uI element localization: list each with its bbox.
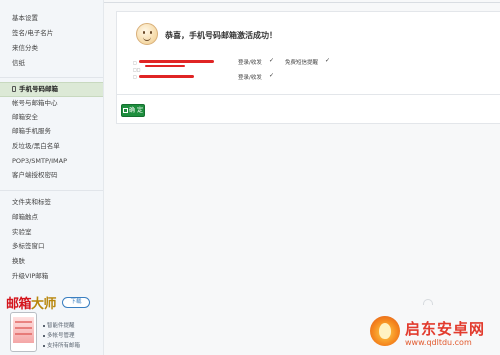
phone-screen [13, 317, 34, 343]
promo-feature-text: 多帐号管理 [47, 333, 75, 339]
login-send-receive-status: 登录/收发 [238, 60, 262, 66]
sidebar-item-signature[interactable]: 签名/电子名片 [12, 27, 53, 39]
sidebar-item-pop3-smtp-imap[interactable]: POP3/SMTP/IMAP [12, 155, 67, 167]
promo-feature: 支持所有邮箱 [43, 341, 80, 349]
redacted-phone-address [139, 75, 194, 78]
redacted-email-address [145, 65, 185, 67]
smiley-face-icon [136, 23, 158, 45]
sms-reminder-status: 免费短信提醒 [285, 60, 319, 66]
mobile-phone-icon [12, 86, 16, 92]
sidebar-item-vip-upgrade[interactable]: 升级VIP邮箱 [12, 270, 48, 282]
sidebar-item-label: 手机号码邮箱 [19, 85, 58, 93]
download-button[interactable]: 下载 [62, 297, 90, 308]
phone-app-image [10, 312, 37, 352]
sidebar-item-client-auth-code[interactable]: 客户端授权密码 [12, 169, 58, 181]
success-message: 恭喜，手机号码邮箱激活成功！ [165, 31, 277, 40]
redacted-email-address [139, 60, 214, 63]
sidebar-item-mobile-service[interactable]: 邮箱手机服务 [12, 125, 51, 137]
watermark-brand: 启东安卓网 [405, 320, 486, 338]
sidebar-divider [0, 77, 103, 78]
confirm-button-label: 确 定 [129, 107, 143, 114]
smiley-eye [150, 31, 152, 34]
promo-title-accent: 大师 [31, 297, 57, 312]
promo-title-main: 邮箱 [6, 297, 32, 312]
settings-sidebar: 基本设置 签名/电子名片 来信分类 信纸 手机号码邮箱 帐号与邮箱中心 邮箱安全… [0, 0, 104, 355]
screen-line [15, 321, 32, 323]
smiley-mouth [143, 35, 151, 41]
checkmark-icon: ✓ [269, 72, 275, 79]
screen-line [15, 333, 32, 335]
header-divider [104, 2, 500, 3]
promo-feature-text: 智能件提醒 [47, 323, 75, 329]
sidebar-item-stationery[interactable]: 信纸 [12, 57, 25, 69]
login-send-receive-status: 登录/收发 [238, 75, 262, 81]
activation-result-panel: 恭喜，手机号码邮箱激活成功！ □ □□ 登录/收发 ✓ 免费短信提醒 ✓ □ 登… [116, 11, 500, 124]
sidebar-item-account-center[interactable]: 帐号与邮箱中心 [12, 97, 58, 109]
account-type-label: □□ [133, 67, 141, 72]
promo-feature: 智能件提醒 [43, 321, 75, 329]
sidebar-item-folders-labels[interactable]: 文件夹和标签 [12, 196, 51, 208]
mail-master-promo-title[interactable]: 邮箱大师 [6, 293, 57, 312]
sidebar-item-lab[interactable]: 实验室 [12, 226, 32, 238]
sidebar-item-mail-sorting[interactable]: 来信分类 [12, 42, 38, 54]
bullet-icon [43, 334, 45, 337]
account-type-label: □ [133, 60, 137, 65]
sidebar-item-basic-settings[interactable]: 基本设置 [12, 12, 38, 24]
watermark-url: www.qdltdu.com [405, 338, 472, 347]
sidebar-divider [0, 190, 103, 191]
sidebar-item-touchpoints[interactable]: 邮箱触点 [12, 211, 38, 223]
sidebar-item-multi-tab[interactable]: 多标签窗口 [12, 240, 45, 252]
checkmark-icon: ✓ [325, 57, 331, 64]
sidebar-item-security[interactable]: 邮箱安全 [12, 111, 38, 123]
smiley-eye [143, 31, 145, 34]
promo-feature-text: 支持所有邮箱 [47, 343, 81, 349]
loading-indicator-icon [423, 299, 433, 305]
sidebar-item-antispam[interactable]: 反垃圾/黑白名单 [12, 140, 60, 152]
sidebar-item-mobile-mailbox[interactable]: 手机号码邮箱 [0, 82, 103, 97]
bullet-icon [43, 344, 45, 347]
panel-divider [117, 94, 500, 95]
watermark-logo-icon [370, 316, 400, 346]
account-type-label: □ [133, 74, 137, 79]
promo-feature: 多帐号管理 [43, 331, 75, 339]
confirm-icon [123, 108, 129, 113]
screen-line [15, 327, 32, 329]
confirm-button[interactable]: 确 定 [121, 104, 145, 117]
checkmark-icon: ✓ [269, 57, 275, 64]
bullet-icon [43, 324, 45, 327]
sidebar-item-skin[interactable]: 换肤 [12, 255, 25, 267]
watermark-logo-inner [379, 323, 391, 339]
